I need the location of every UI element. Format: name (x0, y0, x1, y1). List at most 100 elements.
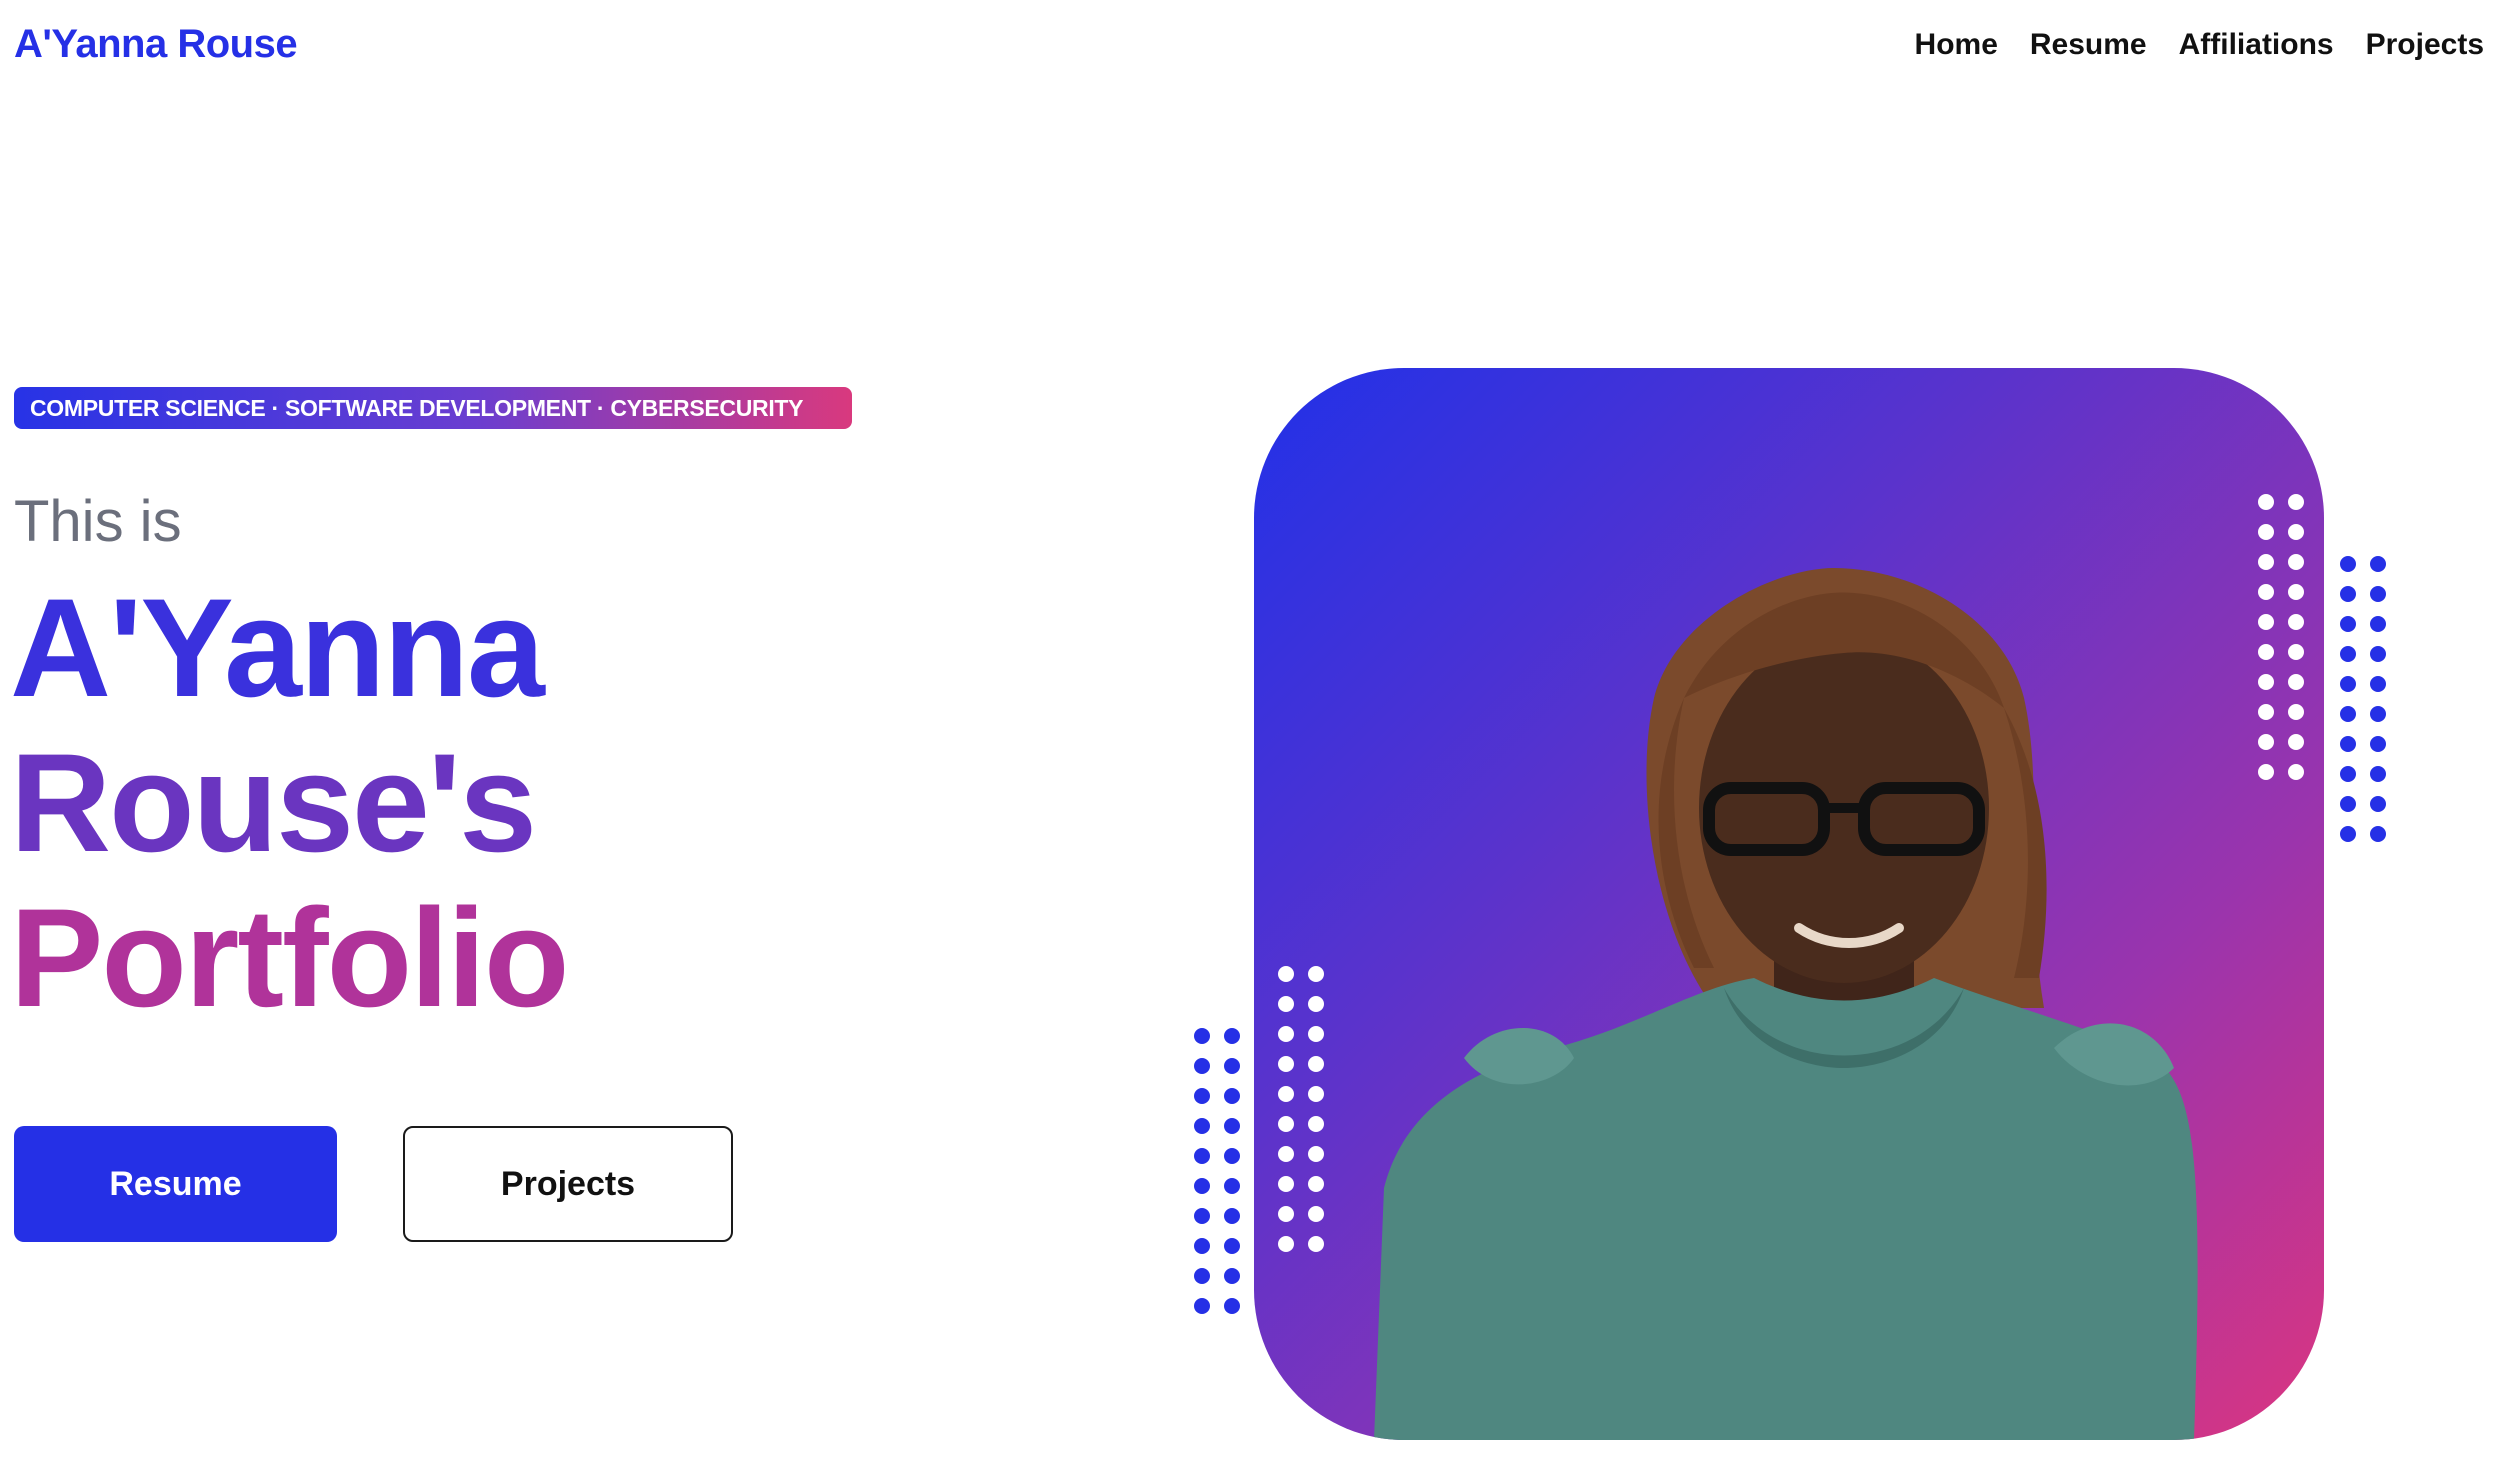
decorative-dot (1278, 1056, 1294, 1072)
decorative-dot (2288, 584, 2304, 600)
brand-logo-link[interactable]: A'Yanna Rouse (14, 22, 298, 67)
portrait-frame (1254, 368, 2324, 1440)
nav-home[interactable]: Home (1915, 28, 1998, 62)
decorative-dot (2340, 556, 2356, 572)
decorative-dot (2288, 524, 2304, 540)
decorative-dot (1308, 966, 1324, 982)
decorative-dot (2370, 556, 2386, 572)
decorative-dot (2288, 674, 2304, 690)
decorative-dot (2258, 554, 2274, 570)
decorative-dot (2370, 826, 2386, 842)
decorative-dot (2370, 586, 2386, 602)
decorative-dot (1224, 1148, 1240, 1164)
decorative-dot (2340, 616, 2356, 632)
nav-resume[interactable]: Resume (2030, 28, 2147, 62)
decorative-dot (2370, 736, 2386, 752)
decorative-dot (1194, 1178, 1210, 1194)
decorative-dot (2258, 764, 2274, 780)
headline-line-2: Rouse's (10, 724, 537, 881)
decorative-dot (2258, 494, 2274, 510)
decorative-dot (1278, 1116, 1294, 1132)
decorative-dot (1194, 1208, 1210, 1224)
decorative-dot (1278, 1206, 1294, 1222)
decorative-dot (1194, 1058, 1210, 1074)
decorative-dot (1224, 1058, 1240, 1074)
decorative-dot (1278, 1176, 1294, 1192)
decorative-dot (2258, 674, 2274, 690)
decorative-dot (1194, 1088, 1210, 1104)
headline-line-3: Portfolio (10, 879, 569, 1036)
decorative-dot (1194, 1118, 1210, 1134)
decorative-dot (1308, 1206, 1324, 1222)
decorative-dot (1308, 1116, 1324, 1132)
decorative-dot (1278, 1146, 1294, 1162)
decorative-dot (2370, 766, 2386, 782)
decorative-dot (2340, 766, 2356, 782)
decorative-dot (2340, 646, 2356, 662)
decorative-dot (1308, 1146, 1324, 1162)
decorative-dot (1278, 966, 1294, 982)
decorative-dot (2340, 736, 2356, 752)
decorative-dot (2340, 676, 2356, 692)
decorative-dot (2288, 644, 2304, 660)
decorative-dot (1278, 1026, 1294, 1042)
decorative-dot (1224, 1238, 1240, 1254)
decorative-dot (1224, 1178, 1240, 1194)
hero-headline: A'Yanna Rouse's Portfolio (10, 569, 569, 1036)
decorative-dot (2340, 826, 2356, 842)
decorative-dot (2258, 584, 2274, 600)
decorative-dot (1194, 1298, 1210, 1314)
specialty-tagline: COMPUTER SCIENCE · SOFTWARE DEVELOPMENT … (14, 387, 852, 429)
decorative-dot (1194, 1268, 1210, 1284)
decorative-dot (2370, 796, 2386, 812)
decorative-dot (1194, 1148, 1210, 1164)
resume-button[interactable]: Resume (14, 1126, 337, 1242)
decorative-dot (1308, 1176, 1324, 1192)
decorative-dot (2288, 734, 2304, 750)
decorative-dot (2288, 614, 2304, 630)
decorative-dot (2340, 796, 2356, 812)
decorative-dot (2258, 614, 2274, 630)
decorative-dot (1278, 996, 1294, 1012)
decorative-dot (2340, 586, 2356, 602)
decorative-dots-blue-right (2340, 556, 2386, 842)
decorative-dot (1224, 1088, 1240, 1104)
decorative-dot (2258, 644, 2274, 660)
decorative-dot (1224, 1268, 1240, 1284)
decorative-dot (1194, 1238, 1210, 1254)
portrait-photo (1374, 568, 2198, 1440)
decorative-dot (1224, 1208, 1240, 1224)
decorative-dot (1224, 1028, 1240, 1044)
decorative-dot (2288, 764, 2304, 780)
decorative-dot (2288, 494, 2304, 510)
projects-button[interactable]: Projects (403, 1126, 733, 1242)
decorative-dots-white-bottom (1278, 966, 1324, 1252)
intro-text: This is (14, 489, 182, 554)
decorative-dot (1224, 1118, 1240, 1134)
decorative-dots-blue-left (1194, 1028, 1240, 1314)
decorative-dot (1308, 1236, 1324, 1252)
decorative-dot (2340, 706, 2356, 722)
decorative-dot (1308, 1056, 1324, 1072)
decorative-dot (2370, 646, 2386, 662)
headline-line-1: A'Yanna (10, 569, 545, 726)
decorative-dot (1308, 996, 1324, 1012)
decorative-dot (2258, 734, 2274, 750)
decorative-dot (1224, 1298, 1240, 1314)
nav-projects[interactable]: Projects (2366, 28, 2484, 62)
decorative-dot (2288, 554, 2304, 570)
decorative-dot (2288, 704, 2304, 720)
decorative-dot (2370, 616, 2386, 632)
decorative-dot (2258, 704, 2274, 720)
decorative-dot (1278, 1236, 1294, 1252)
decorative-dot (1278, 1086, 1294, 1102)
nav-affiliations[interactable]: Affiliations (2179, 28, 2334, 62)
decorative-dot (1194, 1028, 1210, 1044)
decorative-dot (1308, 1086, 1324, 1102)
decorative-dots-white-top (2258, 494, 2304, 780)
decorative-dot (2258, 524, 2274, 540)
top-nav: Home Resume Affiliations Projects (1915, 28, 2484, 62)
decorative-dot (1308, 1026, 1324, 1042)
decorative-dot (2370, 676, 2386, 692)
decorative-dot (2370, 706, 2386, 722)
